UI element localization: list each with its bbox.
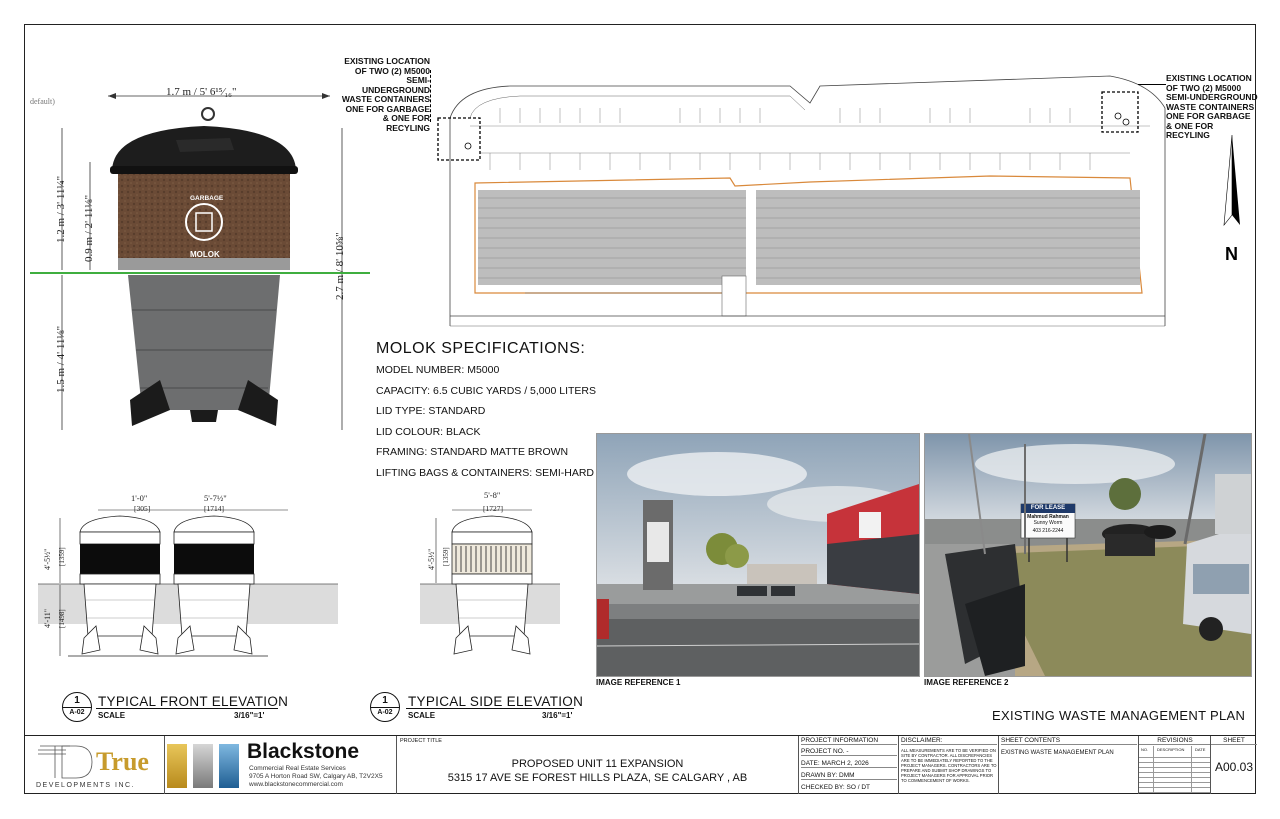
depth-dimension-below: 1.5 m / 4' 11⅛" bbox=[55, 325, 67, 393]
project-date: DATE: MARCH 2, 2026 bbox=[801, 760, 897, 768]
disclaimer-text: ALL MEASUREMENTS ARE TO BE VERIFIED ON S… bbox=[901, 748, 997, 783]
right-location-note: EXISTING LOCATION OF TWO (2) M5000 SEMI-… bbox=[1166, 73, 1258, 140]
front-scale-label: SCALE bbox=[98, 711, 126, 720]
sheet-contents-cell: SHEET CONTENTS EXISTING WASTE MANAGEMENT… bbox=[998, 736, 1138, 794]
rev-col-divider bbox=[1153, 746, 1154, 793]
sheet-number-cell: SHEET A00.03 bbox=[1210, 736, 1257, 794]
front-height-below: 4'-11" bbox=[43, 608, 52, 628]
front-height-above: 4'-5½" bbox=[43, 548, 52, 570]
total-height-dimension: 2.7 m / 8' 10⅝" bbox=[334, 232, 346, 300]
front-width-2: 5'-7½" bbox=[204, 493, 227, 503]
front-elevation-drawing bbox=[38, 509, 338, 657]
sheet-contents-label: SHEET CONTENTS bbox=[1001, 737, 1137, 745]
true-sub: DEVELOPMENTS INC. bbox=[36, 782, 136, 789]
image-reference-1-photo bbox=[596, 433, 920, 677]
callout-number: 1 bbox=[382, 695, 388, 706]
north-arrow-icon: N bbox=[1223, 135, 1240, 264]
project-info-cell: PROJECT INFORMATION PROJECT NO. - DATE: … bbox=[798, 736, 898, 794]
front-height-above-mm: [1359] bbox=[58, 547, 66, 566]
front-scale-value: 3/16"=1' bbox=[234, 711, 265, 720]
blackstone-line3: www.blackstonecommercial.com bbox=[249, 781, 343, 788]
td-monogram-icon bbox=[38, 745, 93, 779]
site-plan bbox=[437, 75, 1166, 327]
side-elevation-drawing bbox=[420, 509, 560, 655]
front-width-2-mm: [1714] bbox=[204, 504, 224, 513]
blackstone-logo: Blackstone Commercial Real Estate Servic… bbox=[164, 736, 396, 794]
side-height-above: 4'-5½" bbox=[427, 548, 436, 570]
revision-rows bbox=[1139, 753, 1211, 793]
callout-number: 1 bbox=[74, 695, 80, 706]
front-title-underline bbox=[96, 708, 278, 709]
specs-title: MOLOK SPECIFICATIONS: bbox=[376, 340, 586, 357]
silver-swatch-icon bbox=[193, 744, 213, 788]
image-reference-2-photo: Mahmud Rahman Sunny Worm 403 216-2244 FO… bbox=[924, 433, 1252, 677]
spec-line: LIFTING BAGS & CONTAINERS: SEMI-HARD bbox=[376, 466, 594, 479]
leader-left bbox=[430, 70, 432, 122]
height-dimension-above-2: 0.9 m / 2' 11⅛" bbox=[83, 194, 95, 262]
spec-line: MODEL NUMBER: M5000 bbox=[376, 364, 500, 376]
side-height-above-mm: [1359] bbox=[442, 547, 450, 566]
project-title-line2: 5315 17 AVE SE FOREST HILLS PLAZA, SE CA… bbox=[447, 772, 748, 784]
revisions-cell: REVISIONS NO. DESCRIPTION DATE bbox=[1138, 736, 1211, 794]
blackstone-word: Blackstone bbox=[247, 740, 360, 763]
sign-title: FOR LEASE bbox=[1030, 505, 1066, 511]
band-garbage-label: GARBAGE bbox=[190, 195, 224, 202]
sign-phone: 403 216-2244 bbox=[1032, 528, 1064, 534]
true-developments-logo: True DEVELOPMENTS INC. bbox=[24, 736, 164, 794]
grade-line bbox=[30, 272, 370, 274]
title-block: True DEVELOPMENTS INC. Blackstone Commer… bbox=[24, 735, 1257, 794]
image-reference-1-caption: IMAGE REFERENCE 1 bbox=[596, 678, 681, 687]
spec-line: CAPACITY: 6.5 CUBIC YARDS / 5,000 LITERS bbox=[376, 384, 596, 397]
front-width-1: 1'-0" bbox=[131, 493, 148, 503]
molok-brand-label: MOLOK bbox=[190, 250, 220, 259]
disclaimer-cell: DISCLAIMER: ALL MEASUREMENTS ARE TO BE V… bbox=[898, 736, 998, 794]
sheet-label: SHEET bbox=[1211, 737, 1257, 745]
blue-swatch-icon bbox=[219, 744, 239, 788]
project-title-label: PROJECT TITLE bbox=[400, 738, 442, 744]
side-elevation-title: TYPICAL SIDE ELEVATION bbox=[408, 694, 584, 709]
blackstone-line1: Commercial Real Estate Services bbox=[249, 765, 346, 772]
spec-line: LID TYPE: STANDARD bbox=[376, 405, 486, 418]
side-width-mm: [1727] bbox=[483, 504, 503, 513]
front-width-1-mm: [305] bbox=[134, 504, 151, 513]
project-info-label: PROJECT INFORMATION bbox=[801, 737, 897, 745]
height-dimension-above-1: 1.2 m / 3' 11¼" bbox=[55, 175, 67, 243]
drawn-by: DRAWN BY: DMM bbox=[801, 772, 897, 780]
rev-desc-header: DESCRIPTION bbox=[1157, 747, 1185, 752]
sheet-plan-title: EXISTING WASTE MANAGEMENT PLAN bbox=[992, 708, 1246, 723]
front-elevation-title: TYPICAL FRONT ELEVATION bbox=[98, 694, 289, 709]
project-number: PROJECT NO. - bbox=[801, 748, 897, 756]
callout-ref: A-02 bbox=[69, 709, 85, 716]
sheet-contents: EXISTING WASTE MANAGEMENT PLAN bbox=[1001, 750, 1114, 756]
rev-date-header: DATE bbox=[1195, 747, 1206, 752]
project-title-cell: PROJECT TITLE PROPOSED UNIT 11 EXPANSION… bbox=[396, 736, 798, 794]
left-location-note: EXISTING LOCATION OF TWO (2) M5000 SEMI-… bbox=[341, 56, 430, 133]
disclaimer-label: DISCLAIMER: bbox=[901, 737, 997, 745]
width-dimension: 1.7 m / 5' 6¹⁵⁄₁₆" bbox=[166, 86, 237, 98]
project-title-line1: PROPOSED UNIT 11 EXPANSION bbox=[511, 758, 684, 770]
callout-ref: A-02 bbox=[377, 709, 393, 716]
leader-right bbox=[1138, 84, 1166, 86]
gold-swatch-icon bbox=[167, 744, 187, 788]
spec-line: FRAMING: STANDARD MATTE BROWN bbox=[376, 446, 569, 459]
spec-line: LID COLOUR: BLACK bbox=[376, 425, 481, 438]
revisions-label: REVISIONS bbox=[1139, 737, 1211, 745]
rev-col-divider bbox=[1191, 746, 1192, 793]
side-width: 5'-8" bbox=[484, 490, 501, 500]
rev-no-header: NO. bbox=[1141, 747, 1149, 752]
specs-list: MODEL NUMBER: M5000 CAPACITY: 6.5 CUBIC … bbox=[376, 364, 596, 488]
front-elevation-callout: 1 A-02 bbox=[62, 692, 92, 722]
true-word: True bbox=[96, 747, 149, 776]
side-elevation-callout: 1 A-02 bbox=[370, 692, 400, 722]
front-height-below-mm: [1498] bbox=[58, 609, 66, 628]
sign-sub: Sunny Worm bbox=[1033, 520, 1063, 526]
side-title-underline bbox=[406, 708, 574, 709]
sheet-number: A00.03 bbox=[1214, 760, 1254, 774]
image-reference-2-caption: IMAGE REFERENCE 2 bbox=[924, 678, 1009, 687]
side-scale-label: SCALE bbox=[408, 711, 436, 720]
svg-text:N: N bbox=[1225, 244, 1238, 264]
blackstone-line2: 9705 A Horton Road SW, Calgary AB, T2V2X… bbox=[249, 773, 383, 780]
side-scale-value: 3/16"=1' bbox=[542, 711, 573, 720]
checked-by: CHECKED BY: SO / DT bbox=[801, 784, 870, 791]
